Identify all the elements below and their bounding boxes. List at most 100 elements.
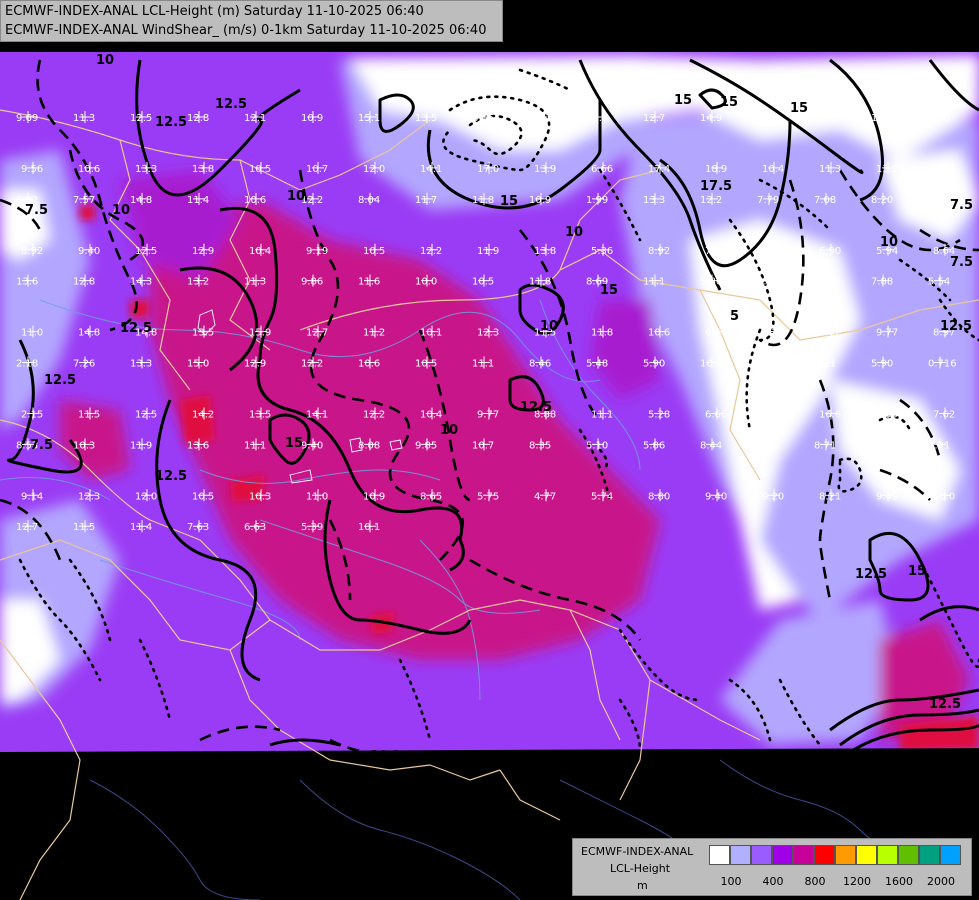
- value-label: 13.3: [643, 195, 665, 206]
- value-label: 12.7: [16, 522, 38, 533]
- value-label: 5.86: [643, 440, 665, 451]
- legend-swatches: [709, 845, 961, 867]
- value-label: 5.21: [762, 328, 784, 339]
- value-label: 7.26: [73, 359, 95, 370]
- value-label: 9.85: [415, 440, 437, 451]
- value-label: 11.7: [415, 195, 437, 206]
- value-label: 1.99: [586, 195, 608, 206]
- value-label: 11.1: [472, 359, 494, 370]
- value-label: 12.5: [135, 409, 157, 420]
- value-label: 11.8: [472, 195, 494, 206]
- value-label: 2.18: [16, 359, 38, 370]
- value-label: 15.1: [358, 113, 380, 124]
- value-label: 12.4: [933, 164, 955, 175]
- legend-swatch: [730, 845, 751, 865]
- value-label: 5.10: [586, 440, 608, 451]
- value-label: 12.5: [871, 113, 893, 124]
- value-label: 9.77: [876, 328, 898, 339]
- value-label: 9.40: [301, 440, 323, 451]
- value-label: 10.3: [73, 440, 95, 451]
- value-label: 18.9: [705, 164, 727, 175]
- value-label: 12.7: [306, 328, 328, 339]
- contour-label: 12.5: [929, 697, 961, 712]
- contour-label: 10: [287, 189, 305, 204]
- contour-label: 10: [565, 225, 583, 240]
- value-label: 5.90: [643, 359, 665, 370]
- value-label: 6.90: [819, 246, 841, 257]
- legend-tick-label: 100: [720, 875, 742, 888]
- value-label: 12.5: [130, 113, 152, 124]
- value-label: 9.69: [757, 440, 779, 451]
- value-label: 6.66: [705, 409, 727, 420]
- value-label: 11.0: [306, 491, 328, 502]
- legend-swatch: [751, 845, 772, 865]
- legend-swatch: [898, 845, 919, 865]
- value-label: 9.40: [705, 491, 727, 502]
- value-label: 8.04: [358, 195, 380, 206]
- legend-tick-label: 1600: [885, 875, 913, 888]
- value-label: 10.0: [415, 277, 437, 288]
- value-label: 9.77: [477, 409, 499, 420]
- value-label: 2.15: [21, 409, 43, 420]
- value-label: 16.4: [757, 113, 779, 124]
- value-label: 5.80: [700, 277, 722, 288]
- value-label: 13.1: [814, 113, 836, 124]
- value-label: 15.0: [187, 359, 209, 370]
- value-label: 9.69: [16, 113, 38, 124]
- value-label: 5.36: [591, 246, 613, 257]
- legend-swatch: [772, 845, 793, 865]
- value-label: 13.0: [586, 113, 608, 124]
- value-label: 10.6: [358, 359, 380, 370]
- legend-swatch: [877, 845, 898, 865]
- value-label: 11.1: [591, 409, 613, 420]
- legend-swatch: [709, 845, 730, 865]
- value-label: 10.5: [192, 491, 214, 502]
- value-label: 7.84: [705, 246, 727, 257]
- value-label: 8.55: [472, 113, 494, 124]
- contour-label: 12.5: [155, 469, 187, 484]
- value-label: 8.30: [928, 113, 950, 124]
- value-label: 11.4: [187, 195, 209, 206]
- contour-label: 17.5: [700, 179, 732, 194]
- value-label: 9.56: [21, 164, 43, 175]
- value-label: 5.74: [591, 491, 613, 502]
- contour-label: 12.5: [155, 115, 187, 130]
- title-line-windshear: ECMWF-INDEX-ANAL WindShear_ (m/s) 0-1km …: [5, 23, 487, 38]
- map-title: ECMWF-INDEX-ANAL LCL-Height (m) Saturday…: [0, 0, 503, 42]
- value-label: 10.1: [358, 522, 380, 533]
- value-label: 0.996: [876, 409, 905, 420]
- value-label: 7.57: [73, 195, 95, 206]
- value-label: 12.3: [477, 328, 499, 339]
- value-label: 13.5: [415, 113, 437, 124]
- value-label: 10.5: [415, 359, 437, 370]
- value-label: 13.8: [192, 164, 214, 175]
- value-label: 12.9: [192, 246, 214, 257]
- contour-label: 15: [500, 194, 518, 209]
- legend-ticks: 100 400 800 1200 1600 2000: [709, 875, 969, 891]
- value-label: 8.46: [529, 359, 551, 370]
- value-label: 13.3: [130, 359, 152, 370]
- legend-swatch: [940, 845, 961, 865]
- value-label: 9.53: [871, 440, 893, 451]
- value-label: 11.1: [814, 359, 836, 370]
- legend-swatch: [793, 845, 814, 865]
- value-label: 11.3: [819, 164, 841, 175]
- value-label: 10.4: [420, 409, 442, 420]
- value-label: 10.0: [933, 491, 955, 502]
- value-label: 4.77: [534, 491, 556, 502]
- contour-label: 10: [96, 53, 114, 68]
- value-label: 11.5: [757, 359, 779, 370]
- value-label: 13.2: [876, 164, 898, 175]
- contour-label: 10: [880, 235, 898, 250]
- value-label: 12.3: [78, 491, 100, 502]
- value-label: 12.2: [363, 409, 385, 420]
- legend-swatch: [919, 845, 940, 865]
- value-label: 10.9: [301, 113, 323, 124]
- contour-label: 7.5: [25, 203, 48, 218]
- value-label: 8.08: [358, 440, 380, 451]
- value-label: 12.2: [700, 195, 722, 206]
- value-label: 12.9: [244, 359, 266, 370]
- value-label: 6.63: [244, 522, 266, 533]
- contour-label: 12.5: [44, 373, 76, 388]
- value-label: 10.5: [472, 277, 494, 288]
